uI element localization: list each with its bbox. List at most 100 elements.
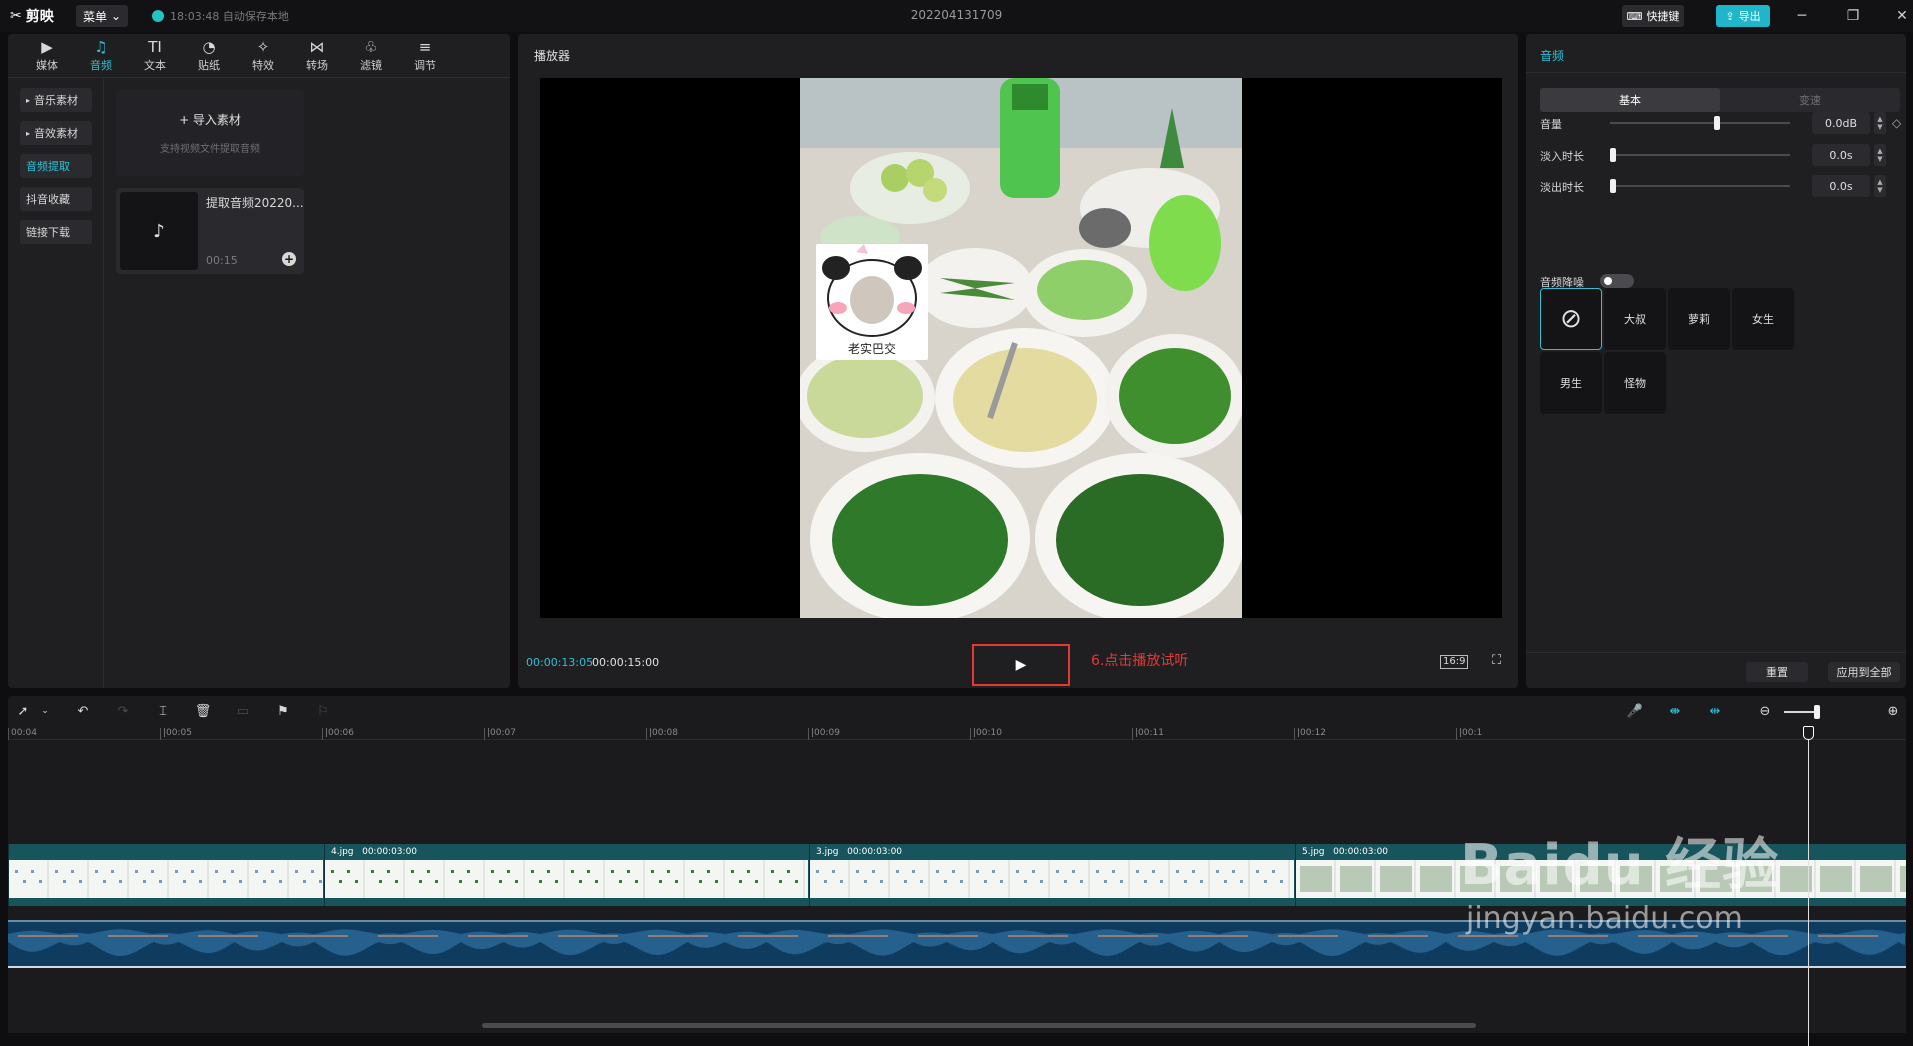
tab-filter[interactable]: ♧ 滤镜 (344, 34, 398, 78)
text-icon: TI (148, 38, 162, 56)
sticker-caption: 老实巴交 (847, 342, 896, 356)
zoom-in-icon[interactable]: ⊕ (1884, 702, 1902, 720)
voice-tile[interactable]: 大叔 (1604, 288, 1666, 350)
tab-text[interactable]: TI 文本 (128, 34, 182, 78)
select-cursor-icon[interactable]: ➚ (14, 702, 32, 720)
ruler-tick: |00:08 (646, 728, 678, 740)
undo-icon[interactable]: ↶ (74, 702, 92, 720)
tab-label: 滤镜 (360, 59, 382, 72)
ruler-tick: |00:06 (322, 728, 354, 740)
zoom-slider[interactable] (1784, 711, 1818, 713)
video-clip[interactable]: 4.jpg 00:00:03:00 (324, 844, 808, 906)
current-time: 00:00:13:05 (526, 656, 594, 669)
time-ruler[interactable]: 00:04 |00:05 |00:06 |00:07 |00:08 |00:09 |00:1… (8, 726, 1906, 740)
add-to-track-icon[interactable]: + (282, 252, 296, 266)
slider-track[interactable] (1610, 122, 1790, 124)
linkage-icon[interactable]: ⇹ (1706, 702, 1724, 720)
zoom-out-icon[interactable]: ⊖ (1756, 702, 1774, 720)
slider-track[interactable] (1610, 185, 1790, 187)
voice-tile[interactable]: 萝莉 (1668, 288, 1730, 350)
zoom-slider-knob[interactable] (1814, 705, 1820, 719)
slider-knob[interactable] (1714, 116, 1721, 130)
clip-label: 5.jpg 00:00:03:00 (1302, 847, 1388, 857)
playhead-line[interactable] (1808, 726, 1809, 1046)
audio-icon: ♫ (94, 38, 108, 56)
aspect-ratio-button[interactable]: 16:9 (1440, 655, 1469, 669)
slider-row: 淡出时长 0.0s ▲ ▼ (1540, 175, 1900, 197)
stepper-icon[interactable]: ▲ ▼ (1874, 144, 1886, 166)
split-icon[interactable]: ⌶ (154, 702, 172, 720)
video-clip[interactable]: 3.jpg 00:00:03:00 (809, 844, 1294, 906)
caret-right-icon: ▸ (26, 95, 31, 105)
clip-name: 4.jpg (331, 847, 354, 857)
minimize-icon[interactable]: ─ (1792, 6, 1812, 26)
ruler-tick: |00:10 (970, 728, 1002, 740)
tab-label: 转场 (306, 59, 328, 72)
side-nav-item[interactable]: 抖音收藏 (20, 187, 92, 211)
divider (1526, 652, 1906, 653)
slider-knob[interactable] (1610, 148, 1616, 162)
microphone-icon[interactable]: 🎤 (1626, 702, 1644, 720)
denoise-toggle[interactable] (1600, 274, 1634, 288)
import-material-card[interactable]: + 导入素材 支持视频文件提取音频 (116, 90, 304, 176)
tab-adjust[interactable]: ≡ 调节 (398, 34, 452, 78)
sticker-icon: ◔ (202, 38, 216, 56)
slider-value-input[interactable]: 0.0s (1812, 175, 1870, 197)
stepper-icon[interactable]: ▲ ▼ (1874, 175, 1886, 197)
play-button[interactable]: ▶ (972, 644, 1070, 686)
marker-disabled-icon[interactable]: ⚐ (314, 702, 332, 720)
horizontal-scrollbar[interactable] (482, 1023, 1476, 1028)
reset-button[interactable]: 重置 (1746, 662, 1808, 682)
panel-title: 音频 (1540, 49, 1565, 63)
preview-viewport[interactable]: 老实巴交 (540, 78, 1502, 618)
voice-none-tile[interactable]: ⊘ (1540, 288, 1602, 350)
import-label: + 导入素材 (179, 113, 241, 127)
tab-speed[interactable]: 变速 (1720, 88, 1900, 112)
tab-media[interactable]: ▶ 媒体 (20, 34, 74, 78)
side-nav-item[interactable]: 音频提取 (20, 154, 92, 178)
side-nav-item[interactable]: ▸ 音效素材 (20, 121, 92, 145)
tab-basic[interactable]: 基本 (1540, 88, 1720, 112)
fullscreen-icon[interactable]: ⛶ (1492, 653, 1501, 668)
auto-snap-icon[interactable]: ⇼ (1666, 702, 1684, 720)
toggle-knob (1604, 277, 1612, 285)
clip-duration: 00:00:03:00 (1333, 847, 1389, 857)
close-icon[interactable]: ✕ (1892, 6, 1912, 26)
tab-audio[interactable]: ♫ 音频 (74, 34, 128, 78)
slider-knob[interactable] (1610, 179, 1616, 193)
export-button[interactable]: ⇪ 导出 (1716, 5, 1770, 27)
tutorial-annotation: 6.点击播放试听 (1091, 653, 1189, 669)
restore-icon[interactable]: ❐ (1843, 6, 1863, 26)
chevron-down-icon[interactable]: ⌄ (36, 702, 54, 720)
tab-effects[interactable]: ✧ 特效 (236, 34, 290, 78)
tab-transition[interactable]: ⋈ 转场 (290, 34, 344, 78)
slider-value-input[interactable]: 0.0s (1812, 144, 1870, 166)
stepper-icon[interactable]: ▲ ▼ (1874, 112, 1886, 134)
apply-all-button[interactable]: 应用到全部 (1828, 662, 1900, 682)
ruler-tick: |00:09 (808, 728, 840, 740)
side-nav-item[interactable]: ▸ 音乐素材 (20, 88, 92, 112)
voice-tile[interactable]: 男生 (1540, 352, 1602, 414)
redo-icon[interactable]: ↷ (114, 702, 132, 720)
slider-label: 音量 (1540, 118, 1562, 131)
side-nav-label: 音频提取 (26, 160, 70, 173)
voice-tile[interactable]: 女生 (1732, 288, 1794, 350)
slider-track[interactable] (1610, 154, 1790, 156)
delete-icon[interactable]: 🗑 (194, 702, 212, 720)
side-nav-item[interactable]: 链接下载 (20, 220, 92, 244)
upload-icon: ⇪ (1725, 9, 1735, 23)
slider-value-input[interactable]: 0.0dB (1812, 112, 1870, 134)
divider (1526, 72, 1906, 73)
media-icon: ▶ (41, 38, 53, 56)
keyframe-icon[interactable]: ◇ (1892, 116, 1901, 130)
freeze-icon[interactable]: ▭ (234, 702, 252, 720)
marker-flag-icon[interactable]: ⚑ (274, 702, 292, 720)
voice-tile[interactable]: 怪物 (1604, 352, 1666, 414)
playhead-handle[interactable] (1803, 726, 1814, 740)
total-time: 00:00:15:00 (592, 656, 660, 669)
tab-sticker[interactable]: ◔ 贴纸 (182, 34, 236, 78)
extracted-audio-card[interactable]: ♪ 提取音频20220... 00:15 + (116, 188, 304, 274)
meme-sticker[interactable]: 老实巴交 (816, 244, 928, 360)
video-clip[interactable] (8, 844, 323, 906)
shortcut-button[interactable]: ⌨ 快捷键 (1622, 5, 1684, 27)
